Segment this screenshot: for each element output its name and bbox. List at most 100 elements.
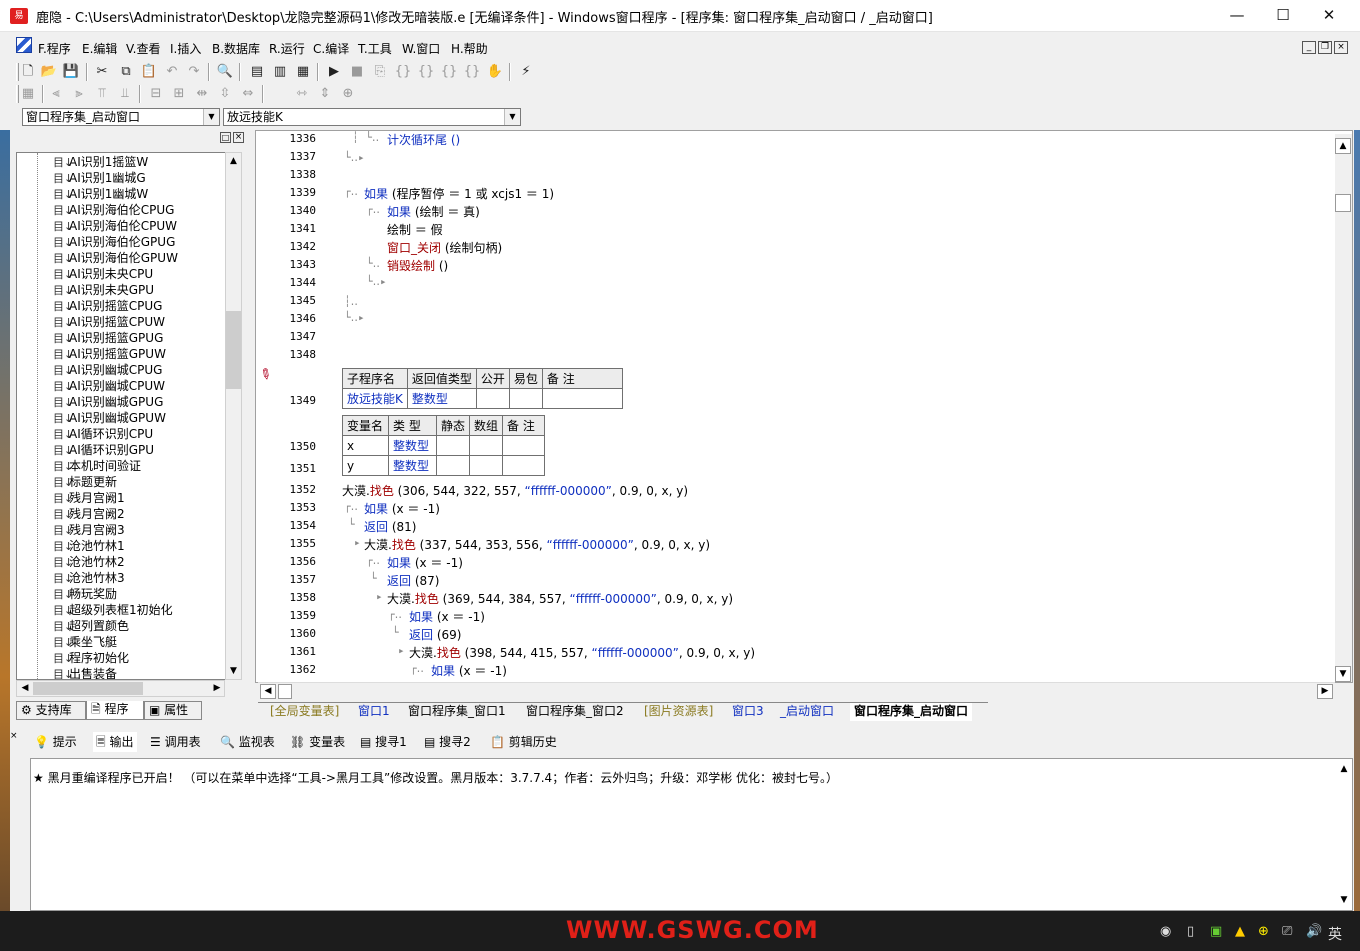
tree-item[interactable]: 目↓AI识别摇篮CPUG: [53, 298, 162, 314]
code-line-1359[interactable]: 如果 (x ＝ -1): [409, 608, 485, 625]
tab-program[interactable]: 🗎 程序: [86, 701, 144, 720]
menu-edit[interactable]: E.编辑: [82, 40, 117, 57]
tree-item[interactable]: 目↓AI识别幽城CPUW: [53, 378, 165, 394]
var-remark-cell[interactable]: [502, 435, 546, 456]
cut-icon[interactable]: ✂: [92, 63, 112, 81]
paste-icon[interactable]: 📋: [139, 63, 159, 81]
volume-tray-icon[interactable]: 🔊: [1306, 924, 1322, 939]
security-tray-icon[interactable]: ▲: [1235, 924, 1245, 939]
editor-vertical-scrollbar[interactable]: ▲ ▼: [1335, 134, 1352, 682]
editor-horizontal-scrollbar[interactable]: ◀ ▶: [258, 682, 1335, 699]
code-line-1339[interactable]: 如果 (程序暂停 ＝ 1 或 xcjs1 ＝ 1): [364, 185, 554, 202]
tree-item[interactable]: 目↓AI识别海伯伦GPUG: [53, 234, 175, 250]
tab-window3[interactable]: 窗口3: [732, 703, 764, 721]
var-array-cell[interactable]: [469, 455, 504, 476]
open-folder-icon[interactable]: 📂: [39, 63, 59, 81]
save-icon[interactable]: 💾: [61, 63, 81, 81]
undo-icon[interactable]: ↶: [162, 63, 182, 81]
tree-item[interactable]: 目↓程序初始化: [53, 650, 129, 666]
var-name-cell[interactable]: x: [342, 435, 389, 456]
code-line-1336[interactable]: 计次循环尾 (): [387, 131, 460, 148]
code-line-1356[interactable]: 如果 (x ＝ -1): [387, 554, 463, 571]
tab-global-vars[interactable]: [全局变量表]: [270, 703, 339, 721]
code-line-1357[interactable]: 返回 (87): [387, 572, 439, 589]
var-static-cell[interactable]: [435, 455, 471, 476]
run-to-cursor-icon[interactable]: {}: [462, 63, 482, 81]
code-line-1355[interactable]: 大漠.找色 (337, 544, 353, 556, “ffffff-00000…: [364, 536, 710, 553]
menu-database[interactable]: B.数据库: [212, 40, 260, 57]
tab-search1[interactable]: ▤ 搜寻1: [360, 732, 407, 752]
scroll-thumb[interactable]: [226, 311, 241, 389]
tab-properties[interactable]: ▣ 属性: [144, 701, 202, 720]
tree-item[interactable]: 目↓AI识别1摇篮W: [53, 154, 148, 170]
network-tray-icon[interactable]: ◉: [1160, 924, 1171, 939]
tab-startup-window-module[interactable]: 窗口程序集_启动窗口: [850, 703, 973, 721]
tab-variables[interactable]: ⛓ 变量表: [290, 732, 345, 752]
tree-item[interactable]: 目↓AI识别未央CPU: [53, 266, 153, 282]
close-button[interactable]: ✕: [1306, 0, 1352, 32]
hand-icon[interactable]: ✋: [485, 63, 505, 81]
panel-restore-icon[interactable]: □: [220, 132, 231, 143]
chevron-down-icon[interactable]: ▼: [504, 109, 520, 125]
scroll-left-icon[interactable]: ◀: [260, 684, 276, 699]
tree-item[interactable]: 目↓残月宫阙3: [53, 522, 125, 538]
scroll-up-icon[interactable]: ▲: [1335, 138, 1351, 154]
module-selector[interactable]: 窗口程序集_启动窗口 ▼: [22, 108, 220, 126]
add-tray-icon[interactable]: ⊕: [1258, 924, 1269, 939]
tab-watch[interactable]: 🔍 监视表: [220, 732, 275, 752]
var-remark-cell[interactable]: [502, 455, 546, 476]
tab-search2[interactable]: ▤ 搜寻2: [424, 732, 471, 752]
scroll-up-icon[interactable]: ▲: [1336, 761, 1352, 777]
run-icon[interactable]: ▶: [324, 63, 344, 81]
scroll-right-icon[interactable]: ▶: [1317, 684, 1333, 699]
tree-item[interactable]: 目↓沧池竹林3: [53, 570, 125, 586]
code-line-1353[interactable]: 如果 (x ＝ -1): [364, 500, 440, 517]
tree-horizontal-scrollbar[interactable]: ◀ ▶: [16, 680, 225, 697]
new-file-icon[interactable]: 🗋: [18, 63, 38, 81]
var-name-cell[interactable]: y: [342, 455, 389, 476]
tree-item[interactable]: 目↓AI识别幽城CPUG: [53, 362, 162, 378]
redo-icon[interactable]: ↷: [184, 63, 204, 81]
usb-tray-icon[interactable]: ▯: [1187, 924, 1194, 939]
tree-item[interactable]: 目↓AI识别1幽城G: [53, 170, 146, 186]
tree-item[interactable]: 目↓超列置颜色: [53, 618, 129, 634]
mdi-minimize-button[interactable]: _: [1302, 41, 1316, 54]
tree-item[interactable]: 目↓超级列表框1初始化: [53, 602, 173, 618]
code-line-1341[interactable]: 绘制 ＝ 假: [387, 221, 443, 238]
same-height-icon[interactable]: ⇳: [215, 85, 235, 103]
sub-public-cell[interactable]: [475, 388, 510, 409]
tab-output[interactable]: 🗏 输出: [93, 732, 137, 752]
tab-image-resources[interactable]: [图片资源表]: [644, 703, 713, 721]
output-close-icon[interactable]: ×: [10, 731, 20, 741]
sub-easy-pack-cell[interactable]: [508, 388, 543, 409]
scroll-thumb[interactable]: [1335, 194, 1351, 212]
tree-item[interactable]: 目↓AI识别摇篮CPUW: [53, 314, 165, 330]
stop-icon[interactable]: ■: [347, 63, 367, 81]
center-vertical-icon[interactable]: ⊞: [169, 85, 189, 103]
subroutine-selector[interactable]: 放远技能K ▼: [223, 108, 521, 126]
scroll-down-icon[interactable]: ▼: [1336, 892, 1352, 908]
sub-name-cell[interactable]: 放远技能K: [342, 388, 408, 409]
step-over-icon[interactable]: {}: [416, 63, 436, 81]
var-static-cell[interactable]: [435, 435, 471, 456]
align-top-icon[interactable]: ⫪: [92, 85, 112, 103]
menu-help[interactable]: H.帮助: [451, 40, 488, 57]
minimize-button[interactable]: —: [1214, 0, 1260, 32]
var-type-cell[interactable]: 整数型: [388, 435, 437, 456]
tab-window1[interactable]: 窗口1: [358, 703, 390, 721]
menu-compile[interactable]: C.编译: [313, 40, 349, 57]
nvidia-tray-icon[interactable]: ▣: [1210, 924, 1222, 939]
layout-view-1-icon[interactable]: ▤: [247, 63, 267, 81]
tree-item[interactable]: 目↓AI识别幽城GPUW: [53, 410, 166, 426]
mdi-restore-button[interactable]: ❐: [1318, 41, 1332, 54]
find-icon[interactable]: 🔍: [215, 63, 235, 81]
align-right-icon[interactable]: ⫸: [69, 85, 89, 103]
panel-close-icon[interactable]: ×: [233, 132, 244, 143]
menu-view[interactable]: V.查看: [126, 40, 160, 57]
align-left-icon[interactable]: ⫷: [46, 85, 66, 103]
tab-call-table[interactable]: ☰ 调用表: [150, 732, 201, 752]
code-line-1361[interactable]: 大漠.找色 (398, 544, 415, 557, “ffffff-00000…: [409, 644, 755, 661]
code-editor[interactable]: ✎ 1336 1337 1338 1339 1340 1341 1342 1343 1344 13…: [255, 130, 1353, 683]
sub-return-type-cell[interactable]: 整数型: [406, 388, 477, 409]
scroll-down-icon[interactable]: ▼: [226, 663, 241, 679]
